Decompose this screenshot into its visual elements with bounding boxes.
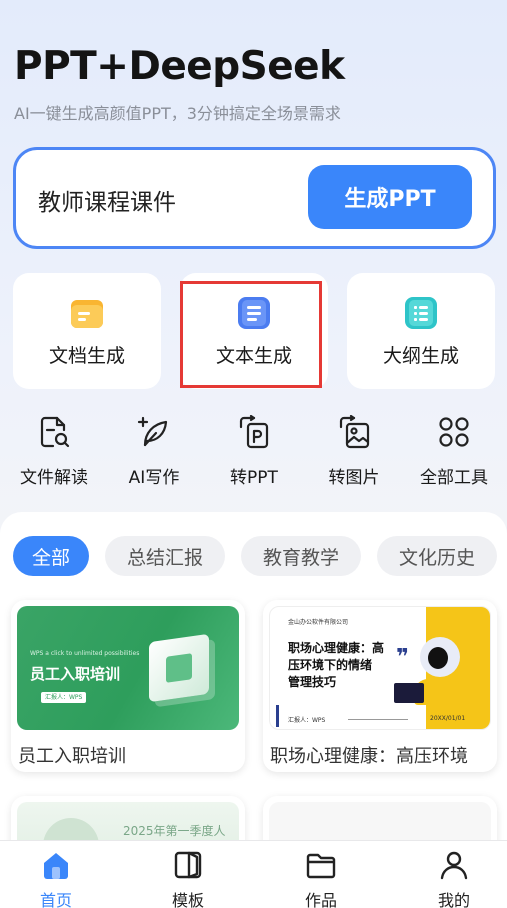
tool-file-read[interactable]: 文件解读 (4, 415, 104, 488)
feature-card-outline[interactable]: 大纲生成 (347, 273, 495, 389)
feature-label: 文档生成 (48, 345, 125, 367)
generate-ppt-button[interactable]: 生成PPT (308, 165, 472, 229)
tool-convert-ppt[interactable]: 转PPT (204, 415, 304, 488)
thumb-divider (348, 719, 408, 720)
template-title: 员工入职培训 (18, 746, 126, 767)
thumb-title: 员工入职培训 (30, 665, 121, 683)
thumb-person-hair (428, 647, 448, 669)
selection-highlight-box (180, 281, 322, 388)
thumb-reporter: 汇报人：WPS (288, 717, 326, 724)
tool-label: 全部工具 (420, 468, 488, 488)
quote-mark-icon: ❞ (396, 645, 409, 670)
prompt-input-box[interactable]: 教师课程课件 生成PPT (13, 147, 496, 249)
tab-templates[interactable]: 模板 (138, 849, 238, 908)
tab-works[interactable]: 作品 (271, 849, 371, 908)
tab-label: 作品 (304, 891, 337, 908)
document-folder-icon (71, 300, 103, 328)
tab-label: 首页 (39, 891, 72, 908)
thumb-cube-graphic (149, 633, 209, 703)
tool-label: 文件解读 (20, 468, 88, 488)
tool-ai-writing[interactable]: AI写作 (104, 415, 204, 488)
all-tools-icon (439, 417, 469, 447)
template-card[interactable]: 金山办公软件有限公司 职场心理健康：高 压环境下的情绪 管理技巧 ❞ 汇报人：W… (263, 600, 497, 772)
tab-profile[interactable]: 我的 (404, 849, 504, 908)
tool-convert-image[interactable]: 转图片 (304, 415, 404, 488)
app-subtitle: AI一键生成高颜值PPT，3分钟搞定全场景需求 (14, 104, 341, 123)
thumb-company: 金山办公软件有限公司 (288, 619, 349, 626)
thumb-laptop (394, 683, 424, 703)
folder-icon (306, 853, 336, 879)
feature-card-document[interactable]: 文档生成 (13, 273, 161, 389)
tab-label: 模板 (171, 891, 204, 908)
home-icon (44, 853, 68, 879)
bottom-tab-bar: 首页 模板 作品 我的 (0, 840, 507, 908)
tab-label: 我的 (437, 891, 470, 908)
template-thumbnail: WPS a click to unlimited possibilities 员… (17, 606, 239, 730)
template-book-icon (174, 851, 202, 879)
tab-home[interactable]: 首页 (6, 849, 106, 908)
convert-image-icon (339, 415, 370, 449)
thumb-kicker: WPS a click to unlimited possibilities (30, 650, 140, 657)
template-card[interactable]: WPS a click to unlimited possibilities 员… (11, 600, 245, 772)
thumb-reporter: 汇报人：WPS (41, 692, 87, 703)
thumb-title: 2025年第一季度人 (123, 824, 226, 838)
category-chip-all[interactable]: 全部 (13, 536, 89, 576)
profile-icon (440, 851, 468, 880)
thumb-title-line2: 压环境下的情绪 (288, 658, 373, 672)
template-title: 职场心理健康：高压环境 (270, 746, 468, 767)
tool-label: 转PPT (230, 468, 278, 488)
tool-all-tools[interactable]: 全部工具 (404, 415, 504, 488)
category-chip-summary[interactable]: 总结汇报 (105, 536, 225, 576)
category-chip-education[interactable]: 教育教学 (241, 536, 361, 576)
outline-list-icon (405, 297, 437, 329)
tool-label: AI写作 (128, 468, 180, 488)
template-thumbnail: 金山办公软件有限公司 职场心理健康：高 压环境下的情绪 管理技巧 ❞ 汇报人：W… (269, 606, 491, 730)
thumb-date: 20XX/01/01 (430, 715, 466, 722)
app-title: PPT+DeepSeek (14, 44, 345, 89)
feature-label: 大纲生成 (382, 345, 459, 367)
feather-pen-icon (137, 416, 168, 447)
thumb-title-line3: 管理技巧 (288, 675, 337, 689)
category-chip-culture[interactable]: 文化历史 (377, 536, 497, 576)
convert-ppt-icon (239, 415, 269, 449)
prompt-input-text[interactable]: 教师课程课件 (38, 183, 176, 217)
thumb-side-bar (276, 705, 279, 727)
thumb-title-line1: 职场心理健康：高 (288, 641, 385, 655)
file-search-icon (40, 416, 70, 448)
tool-label: 转图片 (328, 468, 380, 488)
